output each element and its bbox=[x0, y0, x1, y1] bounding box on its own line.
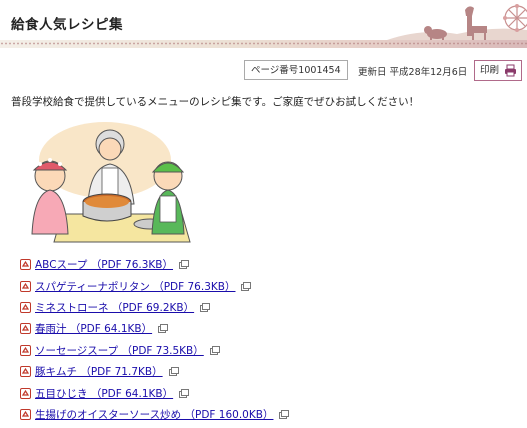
external-link-icon bbox=[200, 302, 211, 312]
pdf-icon bbox=[20, 408, 31, 420]
external-link-icon bbox=[279, 409, 290, 419]
recipe-item: スパゲティーナポリタン （PDF 76.3KB） bbox=[20, 275, 289, 296]
external-link-icon bbox=[179, 260, 190, 270]
print-button-label: 印刷 bbox=[480, 65, 500, 76]
print-button[interactable]: 印刷 bbox=[474, 60, 522, 81]
recipe-link[interactable]: スパゲティーナポリタン （PDF 76.3KB） bbox=[35, 279, 235, 294]
cooking-illustration bbox=[31, 122, 191, 243]
external-link-icon bbox=[168, 367, 179, 377]
recipe-item: 春雨汁 （PDF 64.1KB） bbox=[20, 318, 289, 339]
page-number: ページ番号1001454 bbox=[244, 60, 348, 80]
pdf-icon bbox=[20, 280, 31, 292]
page-title: 給食人気レシピ集 bbox=[11, 17, 123, 33]
recipe-item: 生揚げのオイスターソース炒め （PDF 160.0KB） bbox=[20, 404, 290, 425]
external-link-icon bbox=[158, 324, 169, 334]
recipe-link[interactable]: 生揚げのオイスターソース炒め （PDF 160.0KB） bbox=[35, 407, 273, 422]
recipe-item: 豚キムチ （PDF 71.7KB） bbox=[20, 361, 289, 382]
recipe-item: ABCスープ （PDF 76.3KB） bbox=[20, 254, 289, 275]
recipe-link[interactable]: ABCスープ （PDF 76.3KB） bbox=[35, 257, 173, 272]
recipe-link[interactable]: ソーセージスープ （PDF 73.5KB） bbox=[35, 343, 204, 358]
recipe-item: 五目ひじき （PDF 64.1KB） bbox=[20, 382, 289, 403]
external-link-icon bbox=[241, 281, 252, 291]
recipe-list: ABCスープ （PDF 76.3KB） スパゲティーナポリタン （PDF 76.… bbox=[20, 254, 290, 425]
recipe-link[interactable]: 豚キムチ （PDF 71.7KB） bbox=[35, 364, 163, 379]
pdf-icon bbox=[20, 387, 31, 399]
updated-date: 更新日 平成28年12月6日 bbox=[358, 67, 468, 78]
pdf-icon bbox=[20, 301, 31, 313]
pdf-icon bbox=[20, 366, 31, 378]
pdf-icon bbox=[20, 323, 31, 335]
external-link-icon bbox=[179, 388, 190, 398]
header-dots bbox=[0, 42, 527, 45]
page-meta: ページ番号1001454 更新日 平成28年12月6日 印刷 bbox=[0, 60, 527, 82]
printer-icon bbox=[505, 64, 516, 77]
recipe-link[interactable]: 春雨汁 （PDF 64.1KB） bbox=[35, 321, 152, 336]
page-header: 給食人気レシピ集 bbox=[0, 0, 527, 48]
external-link-icon bbox=[209, 345, 220, 355]
recipe-link[interactable]: ミネストローネ （PDF 69.2KB） bbox=[35, 300, 194, 315]
recipe-item: ソーセージスープ （PDF 73.5KB） bbox=[20, 340, 289, 361]
pdf-icon bbox=[20, 259, 31, 271]
recipe-link[interactable]: 五目ひじき （PDF 64.1KB） bbox=[35, 386, 173, 401]
pdf-icon bbox=[20, 344, 31, 356]
intro-text: 普段学校給食で提供しているメニューのレシピ集です。ご家庭でぜひお試しください！ bbox=[11, 96, 420, 108]
recipe-item: ミネストローネ （PDF 69.2KB） bbox=[20, 297, 289, 318]
